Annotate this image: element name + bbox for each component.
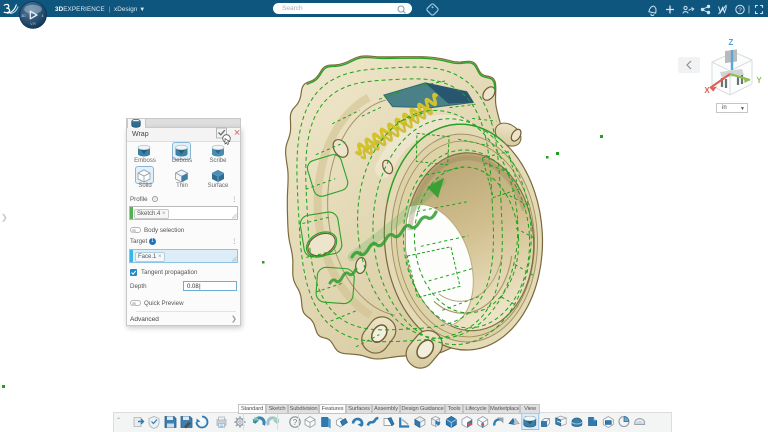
svg-text:Z: Z xyxy=(729,38,734,47)
svg-text:?: ? xyxy=(293,418,298,427)
svg-text:Y: Y xyxy=(756,76,762,85)
svg-text:✕: ✕ xyxy=(233,128,240,138)
svg-text:X: X xyxy=(704,86,710,95)
